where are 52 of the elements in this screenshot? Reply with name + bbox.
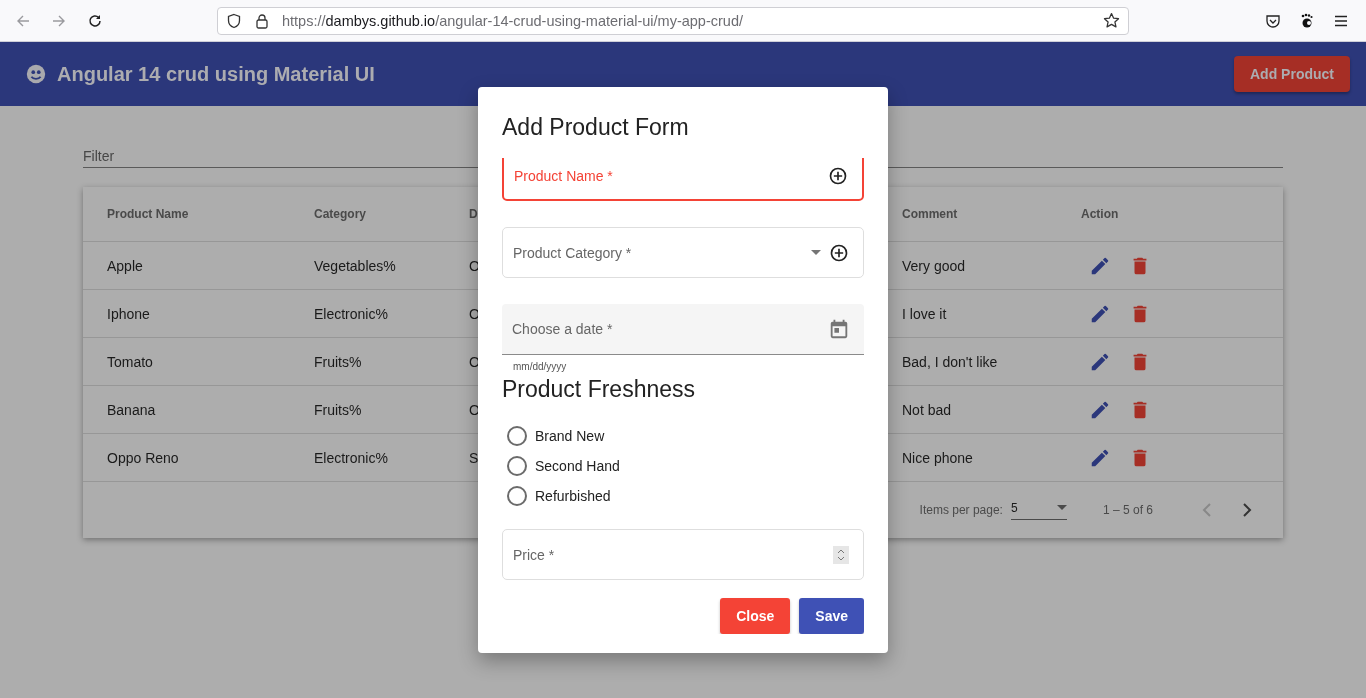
radio-option[interactable]: Brand New — [507, 425, 864, 446]
table-cell: Fruits% — [314, 401, 362, 418]
input-field[interactable]: Product Category * — [502, 227, 864, 278]
caret-icon — [1056, 505, 1067, 510]
input-field[interactable]: Product Name * — [502, 158, 864, 201]
dialog-title: Add Product Form — [502, 113, 690, 142]
column-header: D — [469, 207, 478, 221]
column-header: Action — [1081, 207, 1119, 221]
table-cell: Bad, I don't like — [902, 353, 998, 370]
spinner-icon[interactable] — [833, 545, 849, 564]
table-cell: Nice phone — [902, 449, 973, 466]
calendar-icon[interactable] — [828, 318, 850, 340]
column-header: Comment — [902, 207, 958, 221]
section-heading: Product Freshness — [502, 376, 697, 403]
save-button[interactable]: Save — [799, 598, 864, 634]
radio-option[interactable]: Refurbished — [507, 485, 864, 506]
radio-option[interactable]: Second Hand — [507, 455, 864, 476]
table-cell: S — [469, 449, 479, 466]
url-text: https://dambys.github.io/angular-14-crud-using-material-ui/my-app-crud/ — [282, 12, 744, 29]
table-cell: Iphone — [107, 305, 150, 322]
table-cell: I love it — [902, 305, 947, 322]
face-icon — [25, 63, 47, 85]
input-field[interactable]: Choose a date * — [502, 304, 864, 355]
table-cell: Vegetables% — [314, 257, 396, 274]
caret-icon — [811, 250, 821, 255]
table-cell: Banana — [107, 401, 156, 418]
column-header: Category — [314, 207, 366, 221]
date-format-hint: mm/dd/yyyy — [512, 360, 568, 372]
close-button[interactable]: Close — [720, 598, 791, 634]
page-range: 1 – 5 of 6 — [1102, 503, 1153, 517]
price-field[interactable]: Price * — [502, 529, 864, 580]
lock-icon[interactable] — [254, 12, 270, 29]
table-cell: Apple — [107, 257, 143, 274]
column-header: Product Name — [107, 207, 189, 221]
star-icon[interactable] — [1103, 12, 1120, 29]
table-cell: Very good — [902, 257, 966, 274]
page-size-select[interactable]: 5 — [1010, 500, 1067, 520]
table-cell: Electronic% — [314, 449, 388, 466]
table-cell: Fruits% — [314, 353, 362, 370]
shield-icon[interactable] — [226, 12, 242, 29]
table-cell: Oppo Reno — [107, 449, 179, 466]
app-title: Angular 14 crud using Material UI — [57, 62, 375, 86]
table-cell: Tomato — [107, 353, 153, 370]
add-circle-icon[interactable] — [829, 242, 849, 263]
items-per-page-label: Items per page: — [919, 503, 1003, 517]
address-bar[interactable]: https://dambys.github.io/angular-14-crud-using-material-ui/my-app-crud/ — [217, 6, 1129, 35]
add-circle-icon[interactable] — [828, 165, 848, 186]
reload-icon[interactable] — [87, 12, 103, 29]
table-cell: Electronic% — [314, 305, 388, 322]
table-cell: Not bad — [902, 401, 952, 418]
pocket-icon[interactable] — [1265, 12, 1281, 29]
footprint-icon[interactable] — [1299, 12, 1315, 29]
